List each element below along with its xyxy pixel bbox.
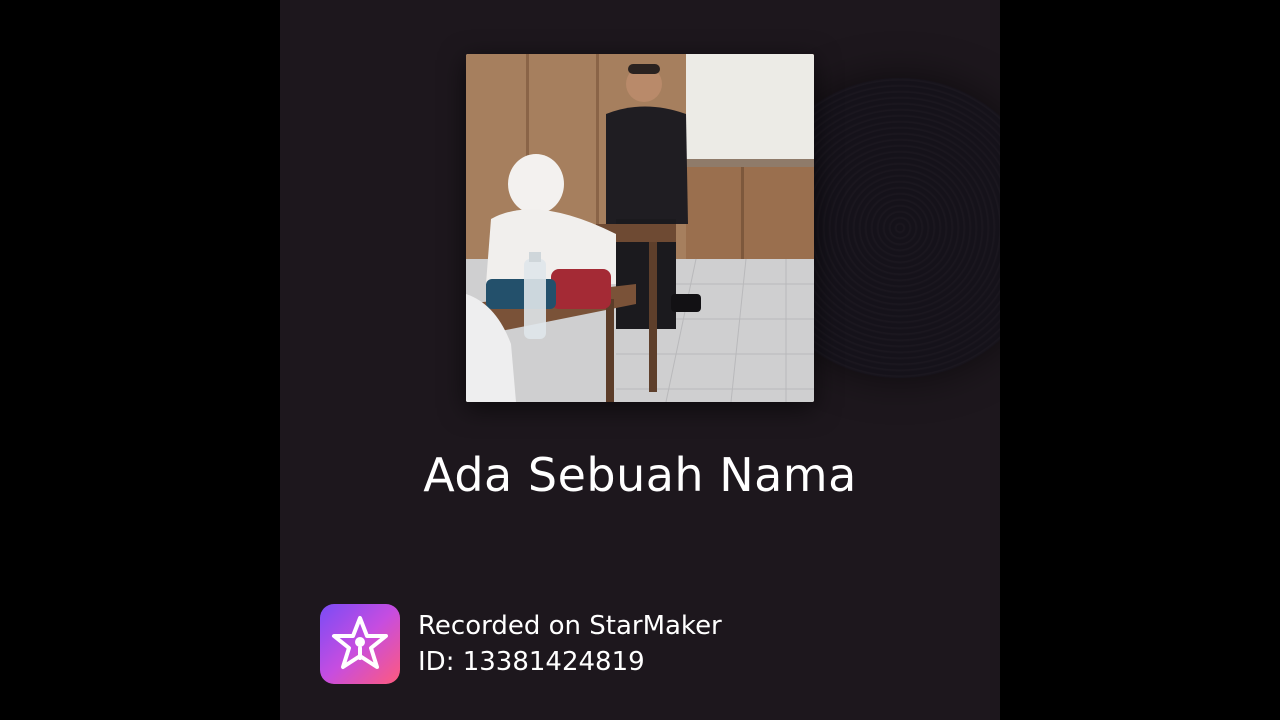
recorded-label: Recorded on StarMaker [418, 611, 722, 641]
player-panel: Ada Sebuah Nama Recorded on StarMaker ID… [280, 0, 1000, 720]
starmaker-watermark: Recorded on StarMaker ID: 13381424819 [320, 604, 722, 684]
starmaker-star-mic-icon [320, 604, 400, 684]
video-frame: Ada Sebuah Nama Recorded on StarMaker ID… [0, 0, 1280, 720]
song-title: Ada Sebuah Nama [423, 448, 857, 502]
recording-id: ID: 13381424819 [418, 647, 645, 677]
watermark-text: Recorded on StarMaker ID: 13381424819 [418, 608, 722, 680]
album-cover [466, 54, 814, 402]
album-cover-image [466, 54, 814, 402]
